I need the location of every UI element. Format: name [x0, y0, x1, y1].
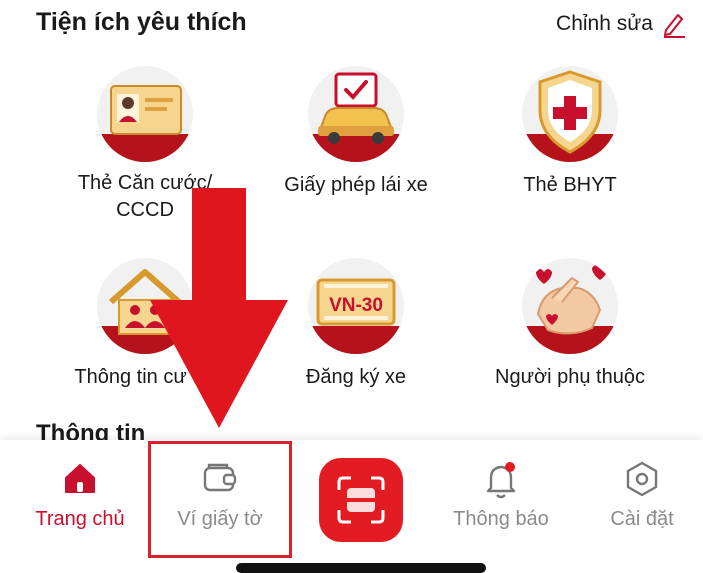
edit-button[interactable]: Chỉnh sửa [556, 10, 687, 38]
scan-icon [337, 476, 385, 524]
tab-label: Thông báo [453, 508, 549, 530]
settings-icon [624, 460, 660, 503]
tab-home[interactable]: Trang chủ [10, 440, 150, 550]
down-arrow-annotation [150, 188, 288, 428]
driver-license-icon [308, 66, 404, 162]
tile-dependents[interactable]: Người phụ thuộc [470, 258, 670, 398]
tile-driver-license[interactable]: Giấy phép lái xe [256, 66, 456, 206]
pencil-icon [661, 10, 687, 38]
edit-label: Chỉnh sửa [556, 12, 653, 35]
vehicle-registration-icon: VN-30 [308, 258, 404, 354]
tab-label: Trang chủ [35, 508, 125, 530]
highlight-box [148, 441, 292, 558]
favorites-header: Tiện ích yêu thích Chỉnh sửa [0, 0, 703, 50]
tile-label: Người phụ thuộc [495, 366, 645, 388]
tile-label: Thẻ BHYT [523, 174, 617, 196]
health-insurance-icon [522, 66, 618, 162]
bell-icon [483, 460, 519, 505]
home-icon [62, 460, 98, 501]
section-title: Tiện ích yêu thích [36, 8, 247, 36]
tile-health-insurance[interactable]: Thẻ BHYT [470, 66, 670, 206]
tab-notifications[interactable]: Thông báo [431, 440, 571, 550]
home-indicator [236, 563, 486, 573]
plate-text: VN-30 [329, 295, 383, 316]
tab-label: Cài đặt [610, 508, 674, 530]
scan-button[interactable] [319, 458, 403, 542]
id-card-icon [97, 66, 193, 162]
dependents-icon [522, 258, 618, 354]
tab-settings[interactable]: Cài đặt [572, 440, 703, 550]
